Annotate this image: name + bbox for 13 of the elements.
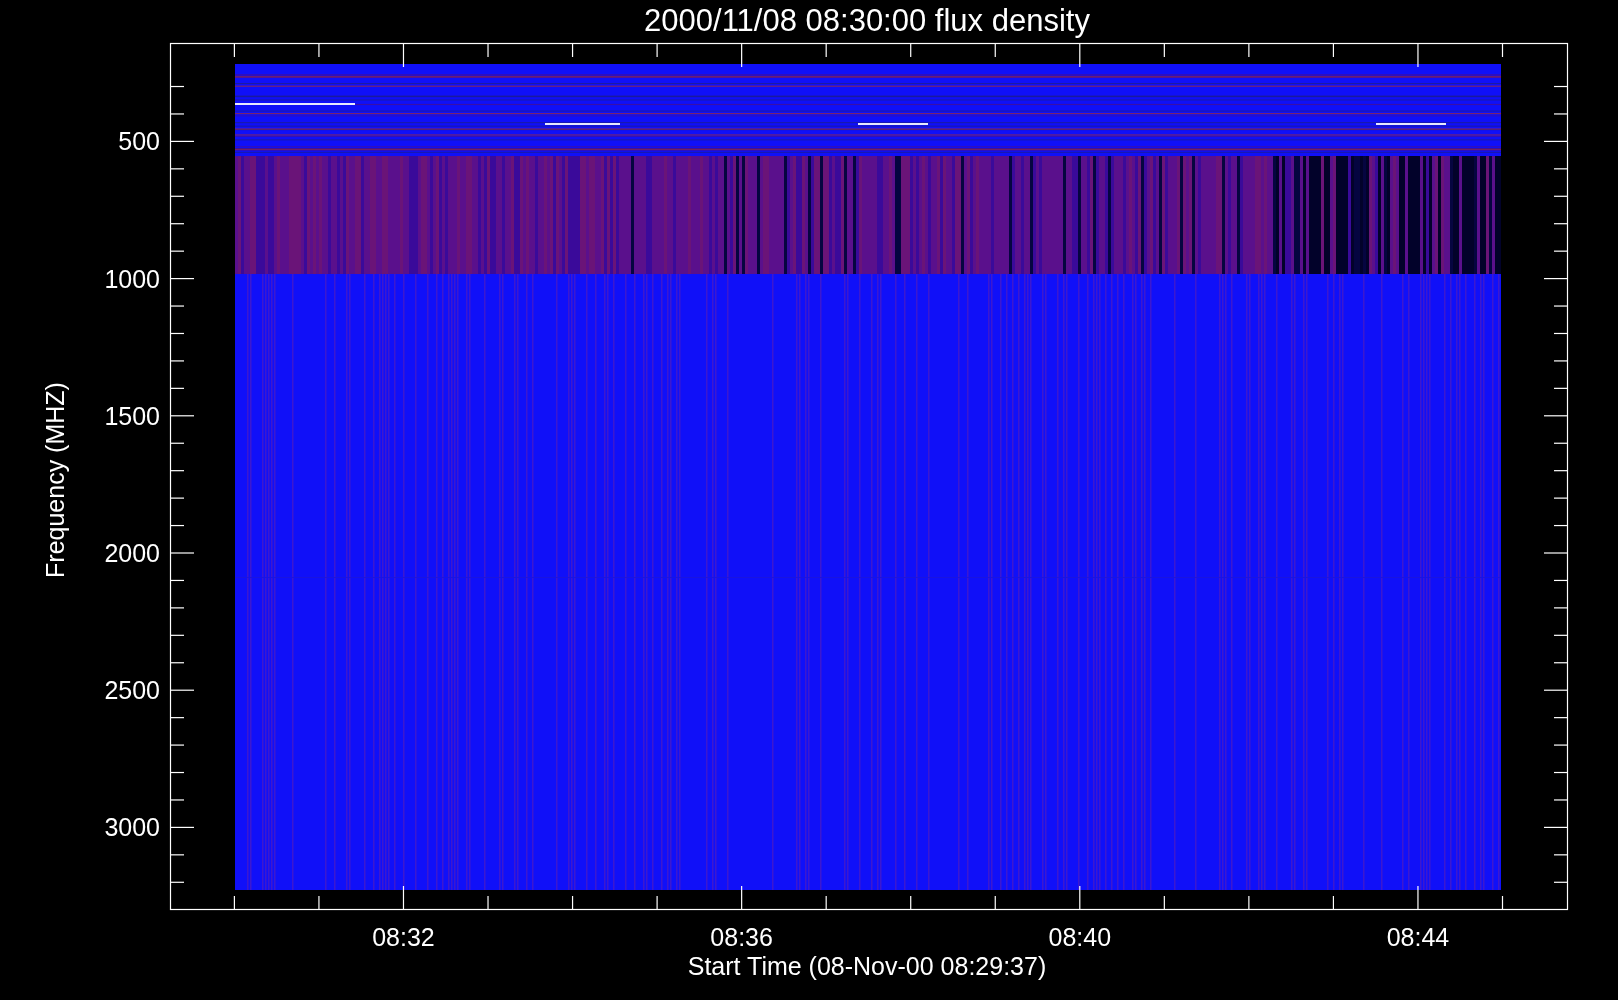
axis-title: Frequency (MHZ) [41, 382, 69, 578]
tick-label: 2500 [104, 676, 160, 705]
tick-label: 08:36 [710, 923, 773, 951]
tick-label: 1000 [104, 264, 160, 293]
tick-label: 1500 [104, 401, 160, 430]
axis-title: Start Time (08-Nov-00 08:29:37) [687, 952, 1047, 980]
tick-label: 2000 [104, 539, 160, 567]
tick-label: 08:32 [372, 923, 435, 951]
tick-label: 500 [118, 127, 160, 156]
tick-label: 3000 [104, 813, 160, 842]
tick-label: 08:44 [1386, 923, 1450, 951]
chart-title: 2000/11/08 08:30:00 flux density [644, 3, 1090, 38]
tick-label: 08:40 [1048, 923, 1112, 951]
